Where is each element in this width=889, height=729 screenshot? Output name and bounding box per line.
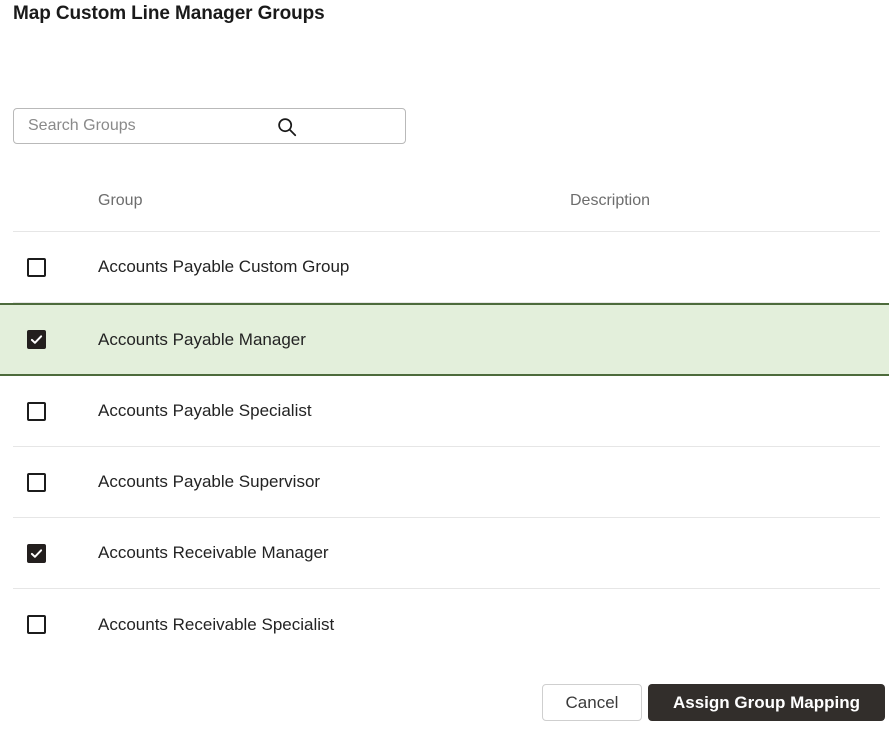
checkbox-checked-icon[interactable] [27, 544, 46, 563]
page-title: Map Custom Line Manager Groups [13, 3, 325, 25]
row-group-name: Accounts Receivable Specialist [98, 615, 570, 635]
row-group-name: Accounts Payable Supervisor [98, 472, 570, 492]
table-body: Accounts Payable Custom Group Accounts Pa… [0, 232, 889, 660]
table-row[interactable]: Accounts Payable Specialist [0, 376, 889, 447]
row-checkbox-cell[interactable] [13, 473, 98, 492]
row-checkbox-cell[interactable] [13, 330, 98, 349]
assign-group-mapping-button[interactable]: Assign Group Mapping [648, 684, 885, 721]
row-checkbox-cell[interactable] [13, 615, 98, 634]
row-group-name: Accounts Payable Custom Group [98, 257, 570, 277]
header-group: Group [98, 192, 570, 210]
row-group-name: Accounts Payable Specialist [98, 401, 570, 421]
checkbox-unchecked-icon[interactable] [27, 615, 46, 634]
checkbox-unchecked-icon[interactable] [27, 402, 46, 421]
table-row[interactable]: Accounts Receivable Specialist [0, 589, 889, 660]
dialog-footer: Cancel Assign Group Mapping [0, 684, 889, 721]
header-description: Description [570, 192, 880, 210]
cancel-button[interactable]: Cancel [542, 684, 642, 721]
table-row[interactable]: Accounts Payable Manager [0, 303, 889, 376]
checkbox-unchecked-icon[interactable] [27, 258, 46, 277]
row-checkbox-cell[interactable] [13, 402, 98, 421]
table-header-row: Group Description [13, 170, 880, 232]
row-checkbox-cell[interactable] [13, 544, 98, 563]
groups-table: Group Description Accounts Payable Custo… [0, 170, 889, 660]
search-groups-field[interactable] [13, 108, 406, 144]
table-row[interactable]: Accounts Payable Custom Group [0, 232, 889, 303]
checkbox-checked-icon[interactable] [27, 330, 46, 349]
checkbox-unchecked-icon[interactable] [27, 473, 46, 492]
search-input[interactable] [13, 108, 406, 144]
row-group-name: Accounts Payable Manager [98, 330, 570, 350]
table-row[interactable]: Accounts Payable Supervisor [0, 447, 889, 518]
row-checkbox-cell[interactable] [13, 258, 98, 277]
table-row[interactable]: Accounts Receivable Manager [0, 518, 889, 589]
row-group-name: Accounts Receivable Manager [98, 543, 570, 563]
map-custom-line-manager-groups-dialog: Map Custom Line Manager Groups Group Des… [0, 0, 889, 729]
